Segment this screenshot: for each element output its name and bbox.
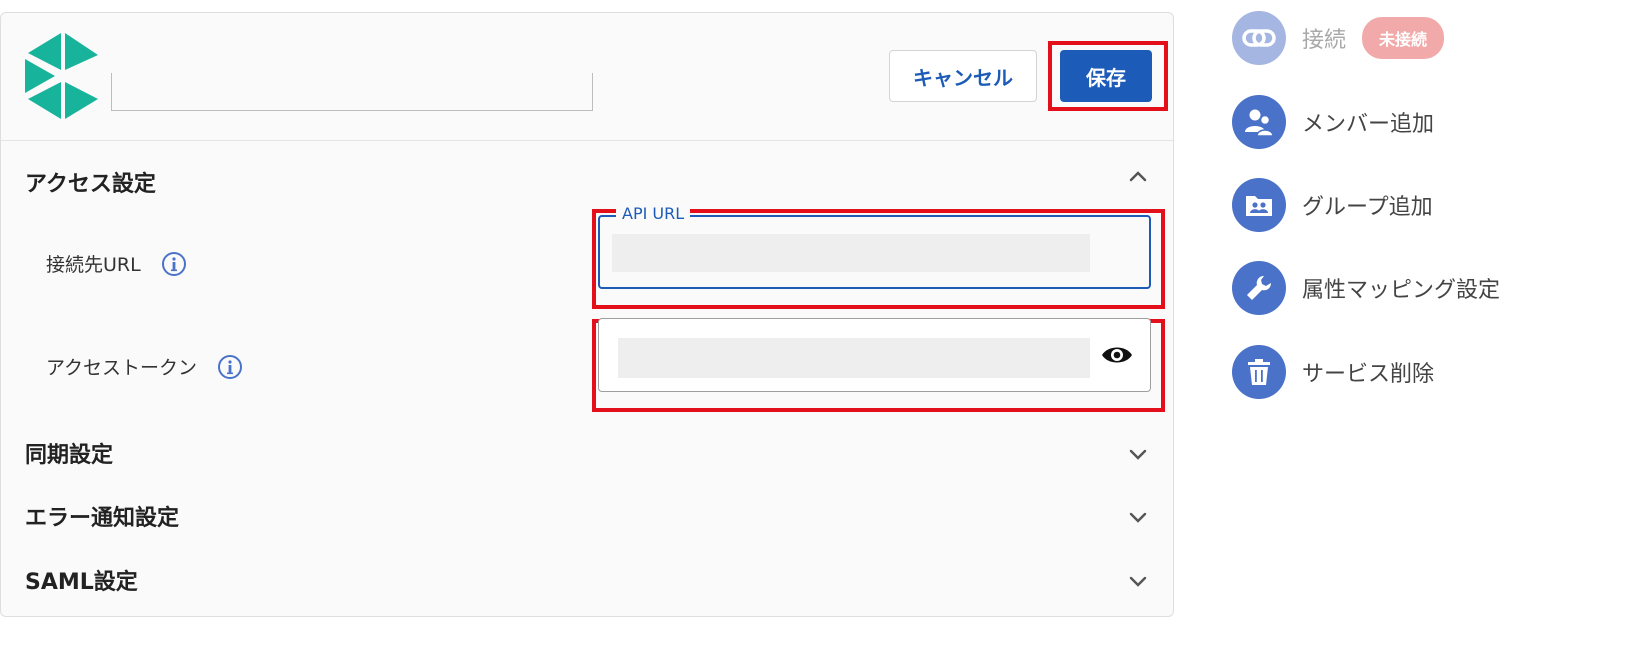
service-logo	[25, 33, 98, 119]
info-icon[interactable]	[161, 251, 187, 277]
connection-url-label: 接続先URL	[46, 254, 141, 276]
group-folder-icon	[1232, 178, 1286, 232]
sidebar-item-delete-service[interactable]: サービス削除	[1232, 345, 1434, 399]
sidebar-item-add-member-label: メンバー追加	[1302, 112, 1435, 137]
card-header: キャンセル 保存	[1, 13, 1173, 141]
section-saml-title[interactable]: SAML設定	[25, 564, 138, 596]
sidebar-item-add-group-label: グループ追加	[1302, 195, 1433, 220]
chevron-down-icon[interactable]	[1126, 442, 1150, 466]
link-icon	[1232, 11, 1286, 65]
api-url-legend: API URL	[616, 204, 691, 223]
api-url-value-masked	[612, 234, 1090, 272]
add-member-icon	[1232, 95, 1286, 149]
chevron-down-icon[interactable]	[1126, 505, 1150, 529]
sidebar-item-attr-mapping[interactable]: 属性マッピング設定	[1232, 261, 1500, 315]
sidebar-item-add-group[interactable]: グループ追加	[1232, 178, 1433, 232]
status-badge: 未接続	[1362, 17, 1445, 59]
sidebar-item-connect[interactable]: 接続 未接続	[1232, 11, 1445, 65]
service-name-input[interactable]	[111, 73, 593, 111]
trash-icon	[1232, 345, 1286, 399]
save-button-highlight	[1048, 41, 1168, 111]
sidebar-item-delete-service-label: サービス削除	[1302, 362, 1435, 387]
section-access-title[interactable]: アクセス設定	[25, 166, 156, 198]
eye-icon[interactable]	[1100, 340, 1134, 370]
sidebar-item-add-member[interactable]: メンバー追加	[1232, 95, 1434, 149]
chevron-down-icon[interactable]	[1126, 569, 1150, 593]
info-icon[interactable]	[217, 354, 243, 380]
wrench-icon	[1232, 261, 1286, 315]
cancel-button[interactable]: キャンセル	[889, 50, 1037, 102]
sidebar-item-attr-mapping-label: 属性マッピング設定	[1302, 278, 1501, 303]
sidebar-item-connect-label: 接続	[1302, 28, 1347, 53]
access-token-label: アクセストークン	[46, 357, 198, 379]
chevron-up-icon[interactable]	[1126, 165, 1150, 189]
section-error-notify-title[interactable]: エラー通知設定	[25, 500, 179, 532]
section-sync-title[interactable]: 同期設定	[25, 437, 113, 469]
access-token-value-masked	[618, 338, 1090, 378]
connection-url-label-row: 接続先URL	[46, 250, 187, 277]
access-token-label-row: アクセストークン	[46, 353, 243, 380]
